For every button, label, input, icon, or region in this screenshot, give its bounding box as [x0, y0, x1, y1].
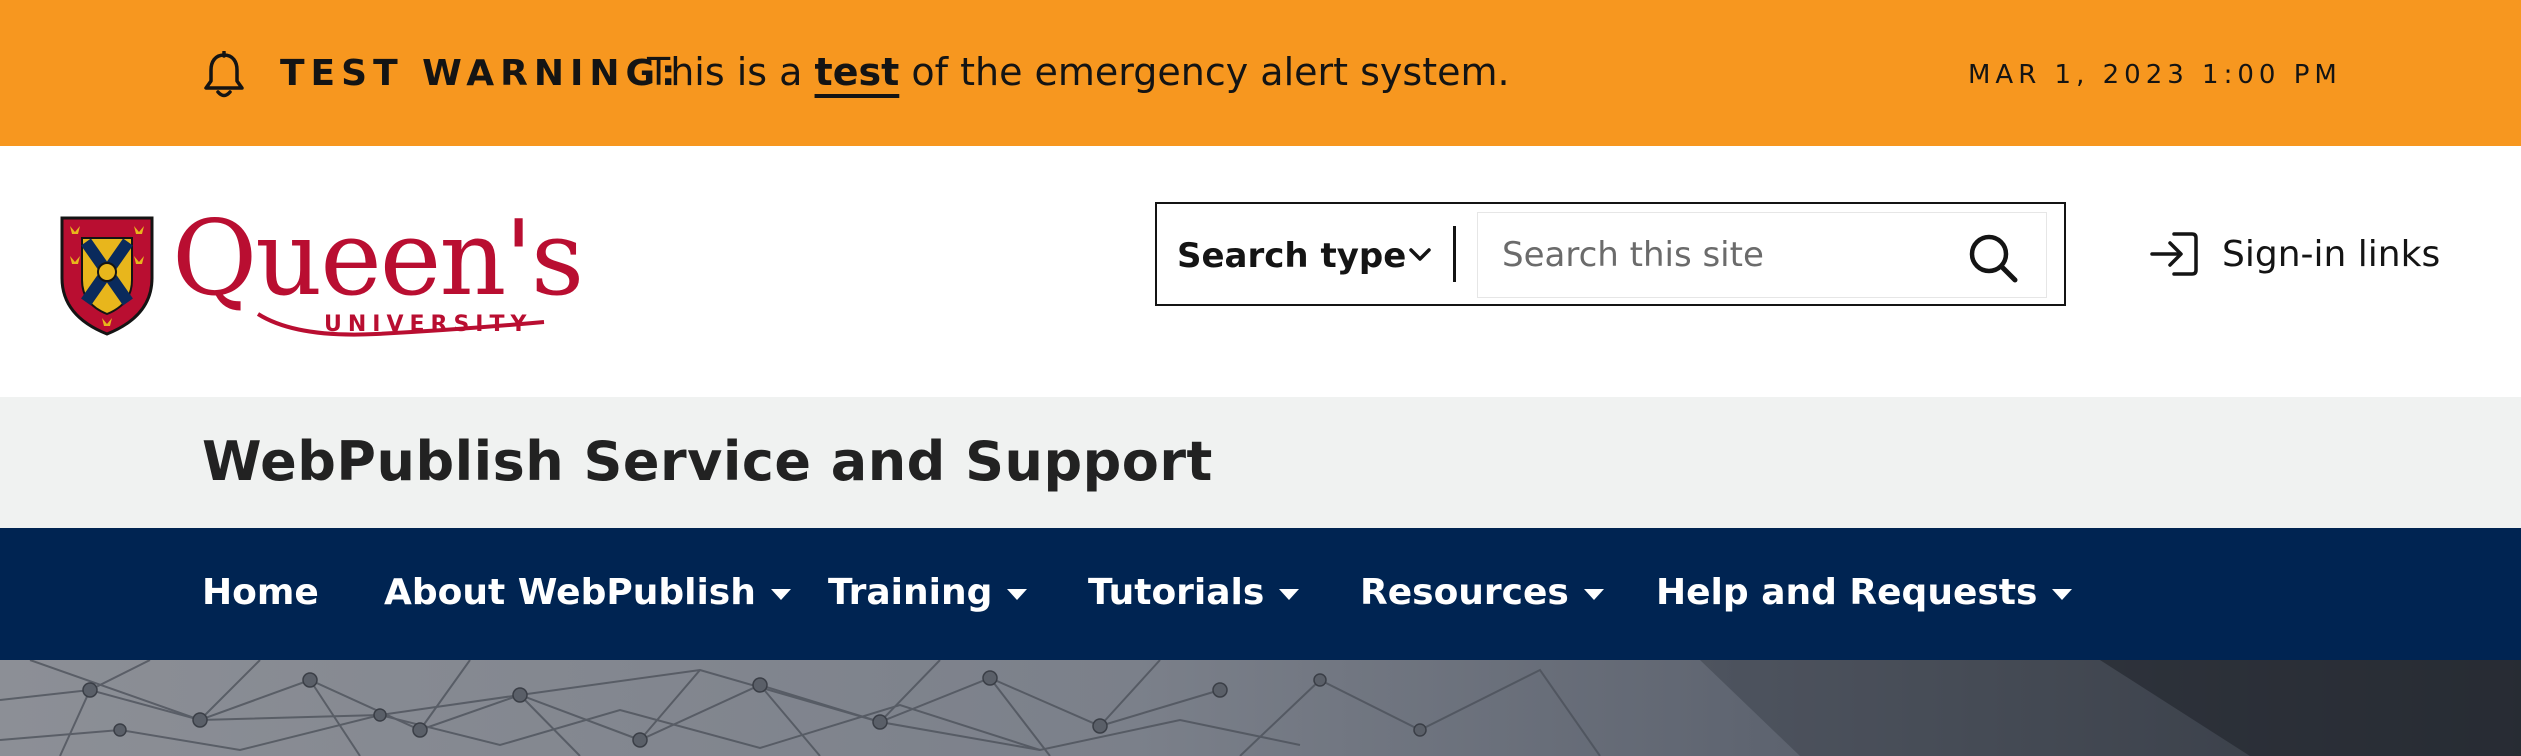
caret-down-icon [1007, 588, 1028, 600]
sign-in-icon [2150, 232, 2198, 276]
nav-item-training[interactable]: Training [828, 572, 1028, 613]
sign-in-links-button[interactable]: Sign-in links [2148, 226, 2440, 282]
hero-banner-image [0, 660, 2521, 756]
search-type-dropdown[interactable]: Search type [1177, 236, 1406, 276]
crest-icon [60, 216, 154, 336]
alert-test-link[interactable]: test [815, 50, 900, 94]
site-search: Search type [1155, 202, 2066, 306]
nav-item-label: Resources [1360, 572, 1569, 613]
bell-icon [204, 51, 244, 98]
site-title[interactable]: WebPublish Service and Support [202, 430, 1213, 493]
site-header: Queen's UNIVERSITY Search type Sign-in l… [0, 146, 2521, 397]
caret-down-icon [770, 588, 791, 600]
alert-title: TEST WARNING: [280, 53, 682, 94]
caret-down-icon [2052, 588, 2073, 600]
logo-wordmark: Queen's [172, 197, 584, 319]
search-icon [1969, 234, 2018, 283]
search-divider [1453, 226, 1456, 282]
nav-item-label: Training [828, 572, 993, 613]
alert-message-after: of the emergency alert system. [911, 50, 1510, 94]
emergency-alert-bar: TEST WARNING: This is a test of the emer… [0, 0, 2521, 146]
nav-item-home[interactable]: Home [202, 572, 319, 613]
search-input[interactable] [1477, 212, 2047, 298]
search-button[interactable] [1965, 230, 2021, 286]
logo-subtitle: UNIVERSITY [324, 312, 533, 337]
chevron-down-icon[interactable] [1405, 240, 1435, 270]
nav-item-label: Tutorials [1088, 572, 1265, 613]
nav-item-label: Home [202, 572, 319, 613]
nav-item-help-and-requests[interactable]: Help and Requests [1656, 572, 2073, 613]
network-graphic [0, 660, 2521, 756]
caret-down-icon [1279, 588, 1300, 600]
nav-item-tutorials[interactable]: Tutorials [1088, 572, 1300, 613]
alert-date: MAR 1, 2023 1:00 PM [1968, 60, 2342, 90]
alert-message: This is a test of the emergency alert sy… [647, 50, 1510, 94]
queens-university-logo[interactable]: Queen's UNIVERSITY [60, 206, 584, 344]
nav-item-resources[interactable]: Resources [1360, 572, 1605, 613]
nav-item-label: About WebPublish [384, 572, 756, 613]
site-title-band: WebPublish Service and Support [0, 397, 2521, 528]
nav-item-label: Help and Requests [1656, 572, 2038, 613]
sign-in-label: Sign-in links [2222, 233, 2441, 275]
caret-down-icon [1583, 588, 1604, 600]
main-navigation: Home About WebPublish Training Tutorials… [0, 528, 2521, 660]
nav-item-about-webpublish[interactable]: About WebPublish [384, 572, 792, 613]
alert-message-before: This is a [647, 50, 803, 94]
